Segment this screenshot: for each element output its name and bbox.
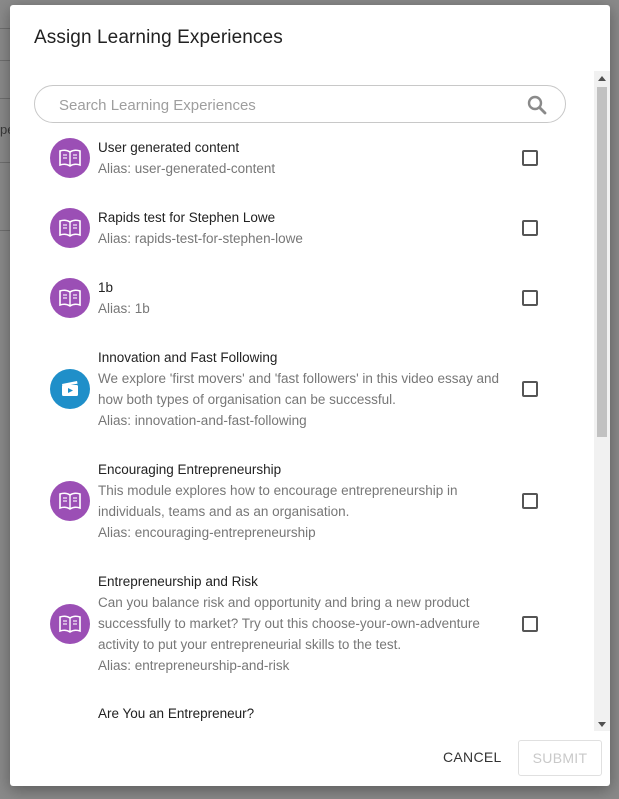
book-icon: [50, 481, 90, 521]
select-checkbox[interactable]: [522, 290, 538, 306]
item-alias: Alias: innovation-and-fast-following: [98, 413, 307, 428]
list-item[interactable]: Are You an Entrepreneur?: [10, 703, 594, 731]
item-alias: Alias: 1b: [98, 301, 150, 316]
item-text: Rapids test for Stephen Lowe Alias: rapid…: [98, 207, 518, 249]
search-input[interactable]: [57, 86, 521, 124]
video-icon: [50, 369, 90, 409]
item-text: User generated content Alias: user-genera…: [98, 137, 518, 179]
list-item[interactable]: User generated content Alias: user-genera…: [10, 137, 594, 181]
scrollbar-thumb[interactable]: [597, 87, 607, 437]
book-icon: [50, 138, 90, 178]
item-text: Innovation and Fast Following We explore …: [98, 347, 518, 431]
select-checkbox[interactable]: [522, 615, 538, 632]
assign-dialog: Assign Learning Experiences User generat…: [10, 5, 610, 786]
book-icon: [50, 278, 90, 318]
item-alias: Alias: entrepreneurship-and-risk: [98, 658, 290, 673]
submit-button[interactable]: SUBMIT: [518, 740, 602, 776]
item-description: We explore 'first movers' and 'fast foll…: [98, 371, 499, 407]
item-title: 1b: [98, 280, 114, 295]
item-title: User generated content: [98, 140, 240, 155]
item-description: This module explores how to encourage en…: [98, 483, 458, 519]
item-title: Encouraging Entrepreneurship: [98, 462, 282, 477]
select-checkbox[interactable]: [522, 150, 538, 166]
dialog-footer: CANCEL SUBMIT: [10, 731, 610, 786]
item-text: Encouraging Entrepreneurship This module …: [98, 459, 518, 543]
item-alias: Alias: rapids-test-for-stephen-lowe: [98, 231, 303, 246]
search-icon[interactable]: [527, 95, 547, 115]
select-checkbox[interactable]: [522, 493, 538, 509]
list-item[interactable]: Encouraging Entrepreneurship This module …: [10, 459, 594, 545]
book-icon: [50, 603, 90, 644]
list-item[interactable]: Innovation and Fast Following We explore …: [10, 347, 594, 433]
scrollbar[interactable]: [594, 71, 610, 731]
item-title: Innovation and Fast Following: [98, 350, 278, 365]
cancel-button[interactable]: CANCEL: [435, 745, 510, 769]
item-title: Entrepreneurship and Risk: [98, 574, 258, 589]
search-bar: [34, 85, 566, 124]
select-checkbox[interactable]: [522, 381, 538, 397]
scroll-down-arrow-icon[interactable]: [594, 717, 610, 731]
dialog-scroll-area[interactable]: User generated content Alias: user-genera…: [10, 71, 610, 731]
item-title: Are You an Entrepreneur?: [98, 706, 255, 721]
item-alias: Alias: user-generated-content: [98, 161, 276, 176]
item-text: Entrepreneurship and Risk Can you balance…: [98, 571, 518, 676]
item-text: Are You an Entrepreneur?: [98, 703, 518, 724]
scroll-up-arrow-icon[interactable]: [594, 71, 610, 85]
book-icon: [50, 208, 90, 248]
list-item[interactable]: Rapids test for Stephen Lowe Alias: rapid…: [10, 207, 594, 251]
item-text: 1b Alias: 1b: [98, 277, 518, 319]
list-item[interactable]: Entrepreneurship and Risk Can you balance…: [10, 571, 594, 677]
list-item[interactable]: 1b Alias: 1b: [10, 277, 594, 321]
item-alias: Alias: encouraging-entrepreneurship: [98, 525, 316, 540]
item-description: Can you balance risk and opportunity and…: [98, 595, 480, 652]
select-checkbox[interactable]: [522, 220, 538, 236]
item-title: Rapids test for Stephen Lowe: [98, 210, 276, 225]
dialog-title: Assign Learning Experiences: [34, 27, 283, 48]
